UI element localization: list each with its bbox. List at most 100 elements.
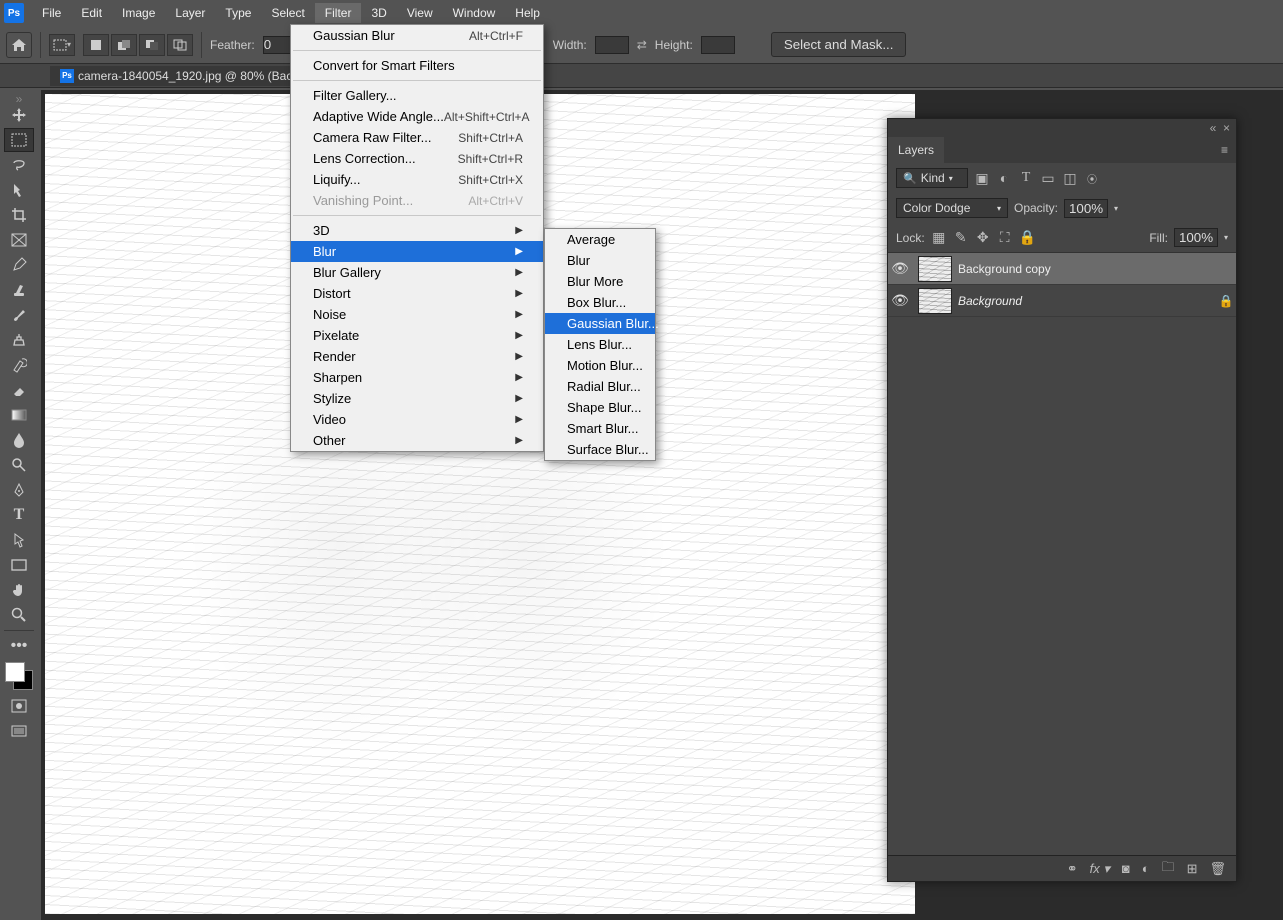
blur-item-radial-blur[interactable]: Radial Blur... (545, 376, 655, 397)
link-layers-icon[interactable]: ⚭ (1067, 861, 1078, 877)
menu-select[interactable]: Select (261, 3, 314, 23)
filter-toggle-icon[interactable]: ⦿ (1084, 171, 1100, 186)
layer-thumbnail[interactable] (918, 256, 952, 282)
blur-item-blur[interactable]: Blur (545, 250, 655, 271)
blur-tool-icon[interactable] (4, 428, 34, 452)
gradient-tool-icon[interactable] (4, 403, 34, 427)
marquee-tool-icon[interactable] (4, 128, 34, 152)
healing-brush-tool-icon[interactable] (4, 278, 34, 302)
blur-item-lens-blur[interactable]: Lens Blur... (545, 334, 655, 355)
close-icon[interactable]: × (1223, 121, 1230, 135)
toolbox-grip[interactable]: » (0, 92, 38, 102)
brush-tool-icon[interactable] (4, 303, 34, 327)
width-input[interactable] (595, 36, 629, 54)
blur-item-gaussian-blur[interactable]: Gaussian Blur... (545, 313, 655, 334)
lock-pixels-icon[interactable]: ✎ (953, 229, 969, 246)
lock-transparency-icon[interactable]: ▦ (931, 229, 947, 246)
blur-item-shape-blur[interactable]: Shape Blur... (545, 397, 655, 418)
filter-group-noise[interactable]: Noise▶ (291, 304, 543, 325)
filter-shape-icon[interactable]: ▭ (1040, 170, 1056, 187)
lock-artboard-icon[interactable]: ⛶ (997, 229, 1013, 246)
blur-item-smart-blur[interactable]: Smart Blur... (545, 418, 655, 439)
crop-tool-icon[interactable] (4, 203, 34, 227)
intersect-selection-icon[interactable] (167, 34, 193, 56)
filter-group-sharpen[interactable]: Sharpen▶ (291, 367, 543, 388)
blur-item-box-blur[interactable]: Box Blur... (545, 292, 655, 313)
visibility-icon[interactable]: 👁 (888, 292, 912, 309)
filter-adaptive-wide-angle[interactable]: Adaptive Wide Angle...Alt+Shift+Ctrl+A (291, 106, 543, 127)
move-tool-icon[interactable] (4, 103, 34, 127)
menu-window[interactable]: Window (443, 3, 506, 23)
menu-view[interactable]: View (397, 3, 443, 23)
panel-menu-icon[interactable]: ≡ (1213, 137, 1236, 163)
menu-edit[interactable]: Edit (71, 3, 112, 23)
fill-input[interactable] (1174, 228, 1218, 247)
quick-mask-icon[interactable] (4, 694, 34, 718)
filter-group-render[interactable]: Render▶ (291, 346, 543, 367)
clone-stamp-tool-icon[interactable] (4, 328, 34, 352)
filter-group-other[interactable]: Other▶ (291, 430, 543, 451)
blur-item-blur-more[interactable]: Blur More (545, 271, 655, 292)
blur-item-surface-blur[interactable]: Surface Blur... (545, 439, 655, 460)
group-icon[interactable]: 🗀 (1162, 858, 1175, 880)
layer-kind-filter[interactable]: 🔍Kind▾ (896, 168, 968, 188)
rectangle-tool-icon[interactable] (4, 553, 34, 577)
foreground-color-swatch[interactable] (5, 662, 25, 682)
hand-tool-icon[interactable] (4, 578, 34, 602)
layer-row[interactable]: 👁Background🔒 (888, 285, 1236, 317)
filter-liquify[interactable]: Liquify...Shift+Ctrl+X (291, 169, 543, 190)
filter-type-icon[interactable]: T (1018, 170, 1034, 186)
filter-convert-smart[interactable]: Convert for Smart Filters (291, 55, 543, 76)
history-brush-tool-icon[interactable] (4, 353, 34, 377)
screen-mode-icon[interactable] (4, 719, 34, 743)
filter-group-blur[interactable]: Blur▶ (291, 241, 543, 262)
select-and-mask-button[interactable]: Select and Mask... (771, 32, 907, 57)
edit-toolbar-icon[interactable]: ••• (4, 634, 34, 658)
filter-gallery[interactable]: Filter Gallery... (291, 85, 543, 106)
menu-file[interactable]: File (32, 3, 71, 23)
visibility-icon[interactable]: 👁 (888, 260, 912, 277)
marquee-preset[interactable]: ▾ (49, 34, 75, 56)
frame-tool-icon[interactable] (4, 228, 34, 252)
delete-layer-icon[interactable]: 🗑 (1209, 861, 1226, 877)
filter-group-3d[interactable]: 3D▶ (291, 220, 543, 241)
path-select-tool-icon[interactable] (4, 528, 34, 552)
menu-help[interactable]: Help (505, 3, 550, 23)
filter-camera-raw[interactable]: Camera Raw Filter...Shift+Ctrl+A (291, 127, 543, 148)
height-input[interactable] (701, 36, 735, 54)
color-swatches[interactable] (5, 662, 33, 690)
layer-mask-icon[interactable]: ◙ (1122, 861, 1130, 876)
add-selection-icon[interactable] (111, 34, 137, 56)
menu-layer[interactable]: Layer (165, 3, 215, 23)
menu-image[interactable]: Image (112, 3, 165, 23)
tab-layers[interactable]: Layers (888, 137, 944, 163)
lock-all-icon[interactable]: 🔒 (1019, 229, 1035, 246)
filter-lens-correction[interactable]: Lens Correction...Shift+Ctrl+R (291, 148, 543, 169)
lock-position-icon[interactable]: ✥ (975, 229, 991, 246)
eyedropper-tool-icon[interactable] (4, 253, 34, 277)
opacity-input[interactable] (1064, 199, 1108, 218)
subtract-selection-icon[interactable] (139, 34, 165, 56)
filter-group-pixelate[interactable]: Pixelate▶ (291, 325, 543, 346)
layer-fx-icon[interactable]: fx ▾ (1090, 861, 1110, 877)
new-selection-icon[interactable] (83, 34, 109, 56)
quick-select-tool-icon[interactable] (4, 178, 34, 202)
home-icon[interactable] (6, 32, 32, 58)
new-layer-icon[interactable]: ⊞ (1187, 861, 1198, 877)
eraser-tool-icon[interactable] (4, 378, 34, 402)
filter-group-video[interactable]: Video▶ (291, 409, 543, 430)
document-tab[interactable]: Ps camera-1840054_1920.jpg @ 80% (Backgr… (50, 66, 328, 86)
layer-row[interactable]: 👁Background copy (888, 253, 1236, 285)
adjustment-layer-icon[interactable]: ◐ (1142, 861, 1150, 876)
blur-item-motion-blur[interactable]: Motion Blur... (545, 355, 655, 376)
blend-mode-select[interactable]: Color Dodge▾ (896, 198, 1008, 218)
filter-group-stylize[interactable]: Stylize▶ (291, 388, 543, 409)
filter-group-blur-gallery[interactable]: Blur Gallery▶ (291, 262, 543, 283)
swap-icon[interactable]: ⇄ (637, 38, 647, 52)
lasso-tool-icon[interactable] (4, 153, 34, 177)
panel-header[interactable]: « × (888, 119, 1236, 137)
menu-3d[interactable]: 3D (361, 3, 396, 23)
filter-last[interactable]: Gaussian Blur Alt+Ctrl+F (291, 25, 543, 46)
menu-filter[interactable]: Filter (315, 3, 362, 23)
collapse-icon[interactable]: « (1210, 121, 1217, 135)
